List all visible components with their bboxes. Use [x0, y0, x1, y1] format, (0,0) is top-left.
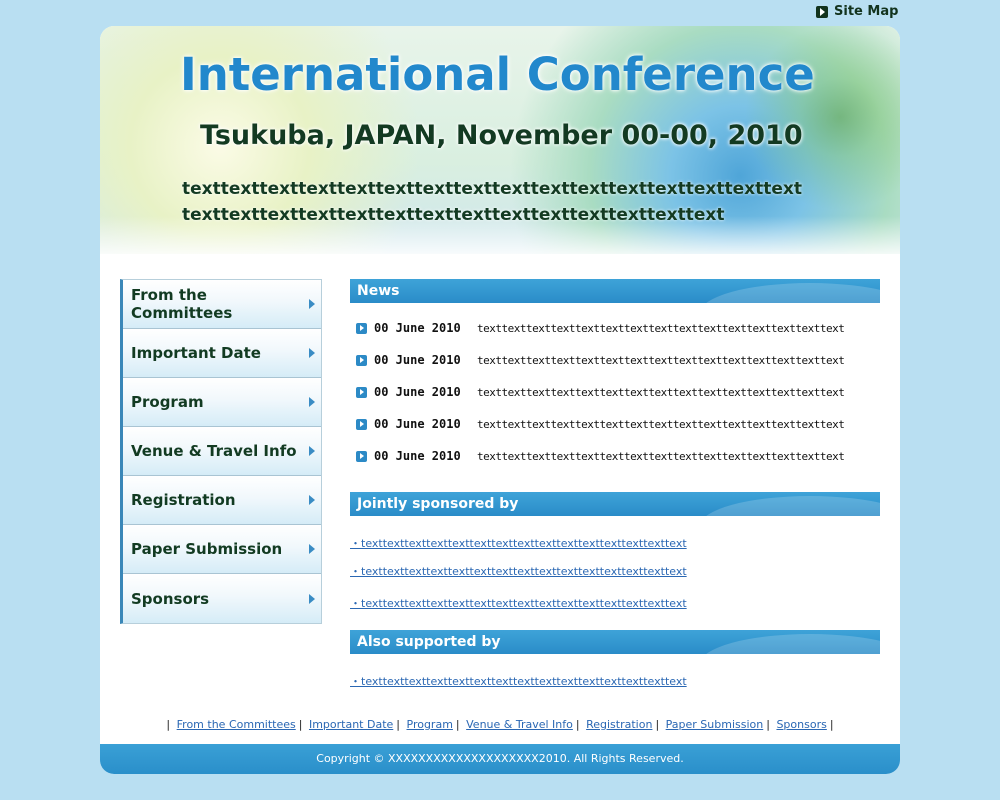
- sidebar-item-label: Registration: [131, 491, 236, 509]
- copyright-text: Copyright © XXXXXXXXXXXXXXXXXXXX2010. Al…: [316, 752, 684, 765]
- sidebar-item-paper-submission[interactable]: Paper Submission: [123, 525, 321, 574]
- sidebar-item-registration[interactable]: Registration: [123, 476, 321, 525]
- chevron-right-icon: [309, 593, 315, 604]
- arrow-right-icon: [356, 354, 367, 366]
- news-item: 00 June 2010 texttexttexttexttexttexttex…: [350, 312, 880, 344]
- footer-link-program[interactable]: Program: [407, 718, 453, 731]
- site-map-label: Site Map: [834, 4, 899, 19]
- news-date: 00 June 2010: [374, 417, 461, 431]
- footer-bar: Copyright © XXXXXXXXXXXXXXXXXXXX2010. Al…: [100, 744, 900, 774]
- page-container: International Conference Tsukuba, JAPAN,…: [100, 26, 900, 774]
- footer-separator: |: [298, 718, 303, 731]
- news-text: texttexttexttexttexttexttexttexttexttext…: [477, 449, 845, 463]
- chevron-right-icon: [309, 299, 315, 309]
- footer-link-from-the-committees[interactable]: From the Committees: [177, 718, 296, 731]
- news-date: 00 June 2010: [374, 385, 461, 399]
- jointly-sponsor-list: ・texttexttexttexttexttexttexttexttexttex…: [350, 532, 880, 616]
- arrow-right-icon: [816, 5, 828, 18]
- footer-separator: |: [575, 718, 580, 731]
- sidebar-item-program[interactable]: Program: [123, 378, 321, 427]
- sidebar-item-label: From the Committees: [131, 286, 233, 322]
- footer-link-important-date[interactable]: Important Date: [309, 718, 393, 731]
- list-item: ・texttexttexttexttexttexttexttexttexttex…: [350, 560, 880, 592]
- sidebar-item-label: Sponsors: [131, 589, 210, 608]
- arrow-right-icon: [356, 322, 367, 334]
- footer-link-paper-submission[interactable]: Paper Submission: [666, 718, 764, 731]
- also-supported-list: ・texttexttexttexttexttexttexttexttexttex…: [350, 670, 880, 689]
- news-item: 00 June 2010 texttexttexttexttexttexttex…: [350, 344, 880, 376]
- news-text: texttexttexttexttexttexttexttexttexttext…: [477, 385, 845, 399]
- news-date: 00 June 2010: [374, 449, 461, 463]
- chevron-right-icon: [309, 544, 315, 554]
- chevron-right-icon: [309, 348, 315, 358]
- sidebar-nav: From the Committees Important Date Progr…: [120, 279, 322, 624]
- news-date: 00 June 2010: [374, 321, 461, 335]
- footer-links: | From the Committees | Important Date | P…: [100, 718, 900, 731]
- conference-title: International Conference: [180, 48, 815, 101]
- heading-wave: [700, 283, 880, 303]
- conference-subtitle: Tsukuba, JAPAN, November 00-00, 2010: [200, 120, 803, 151]
- sidebar-item-sponsors[interactable]: Sponsors: [123, 574, 321, 623]
- news-heading-label: News: [357, 283, 400, 299]
- chevron-right-icon: [309, 495, 315, 505]
- news-list: 00 June 2010 texttexttexttexttexttexttex…: [350, 303, 880, 472]
- main-content: News 00 June 2010 texttexttexttexttextte…: [350, 279, 880, 689]
- list-item: ・texttexttexttexttexttexttexttexttexttex…: [350, 592, 880, 616]
- chevron-right-icon: [309, 397, 315, 407]
- news-item: 00 June 2010 texttexttexttexttexttexttex…: [350, 408, 880, 440]
- news-date: 00 June 2010: [374, 353, 461, 367]
- news-item: 00 June 2010 texttexttexttexttexttexttex…: [350, 376, 880, 408]
- sidebar-item-from-the-committees[interactable]: From the Committees: [123, 280, 321, 329]
- arrow-right-icon: [356, 450, 367, 462]
- news-text: texttexttexttexttexttexttexttexttexttext…: [477, 417, 845, 431]
- header-banner: International Conference Tsukuba, JAPAN,…: [100, 26, 900, 254]
- sidebar-item-label: Important Date: [131, 344, 261, 362]
- also-supported-heading: Also supported by: [350, 630, 880, 654]
- news-heading: News: [350, 279, 880, 303]
- also-heading-label: Also supported by: [357, 634, 501, 650]
- conference-description: texttexttexttexttexttexttexttexttexttext…: [182, 179, 802, 225]
- supporter-link[interactable]: ・texttexttexttexttexttexttexttexttexttex…: [350, 675, 687, 688]
- footer-separator: |: [455, 718, 460, 731]
- news-text: texttexttexttexttexttexttexttexttexttext…: [477, 321, 845, 335]
- news-text: texttexttexttexttexttexttexttexttexttext…: [477, 353, 845, 367]
- heading-wave: [700, 496, 880, 516]
- sidebar-item-important-date[interactable]: Important Date: [123, 329, 321, 378]
- sidebar-item-venue-travel-info[interactable]: Venue & Travel Info: [123, 427, 321, 476]
- sidebar-item-label: Paper Submission: [131, 540, 283, 558]
- footer-separator: |: [396, 718, 400, 731]
- jointly-sponsored-heading: Jointly sponsored by: [350, 492, 880, 516]
- sponsor-link[interactable]: ・texttexttexttexttexttexttexttexttexttex…: [350, 565, 687, 578]
- list-item: ・texttexttexttexttexttexttexttexttexttex…: [350, 532, 880, 560]
- footer-separator: |: [829, 718, 834, 731]
- site-map-link[interactable]: Site Map: [816, 4, 898, 19]
- heading-wave: [700, 634, 880, 654]
- list-item: ・texttexttexttexttexttexttexttexttexttex…: [350, 670, 880, 689]
- jointly-heading-label: Jointly sponsored by: [357, 496, 519, 512]
- sidebar-item-label: Program: [131, 393, 204, 411]
- sponsor-link[interactable]: ・texttexttexttexttexttexttexttexttexttex…: [350, 597, 687, 610]
- sidebar-item-label: Venue & Travel Info: [131, 442, 297, 460]
- footer-separator: |: [766, 718, 770, 731]
- sponsor-link[interactable]: ・texttexttexttexttexttexttexttexttexttex…: [350, 537, 687, 550]
- footer-link-venue-travel-info[interactable]: Venue & Travel Info: [466, 718, 573, 731]
- chevron-right-icon: [309, 446, 315, 456]
- footer-link-sponsors[interactable]: Sponsors: [776, 718, 826, 731]
- footer-separator: |: [166, 718, 171, 731]
- arrow-right-icon: [356, 418, 367, 430]
- footer-separator: |: [655, 718, 660, 731]
- footer-link-registration[interactable]: Registration: [586, 718, 652, 731]
- news-item: 00 June 2010 texttexttexttexttexttexttex…: [350, 440, 880, 472]
- arrow-right-icon: [356, 386, 367, 398]
